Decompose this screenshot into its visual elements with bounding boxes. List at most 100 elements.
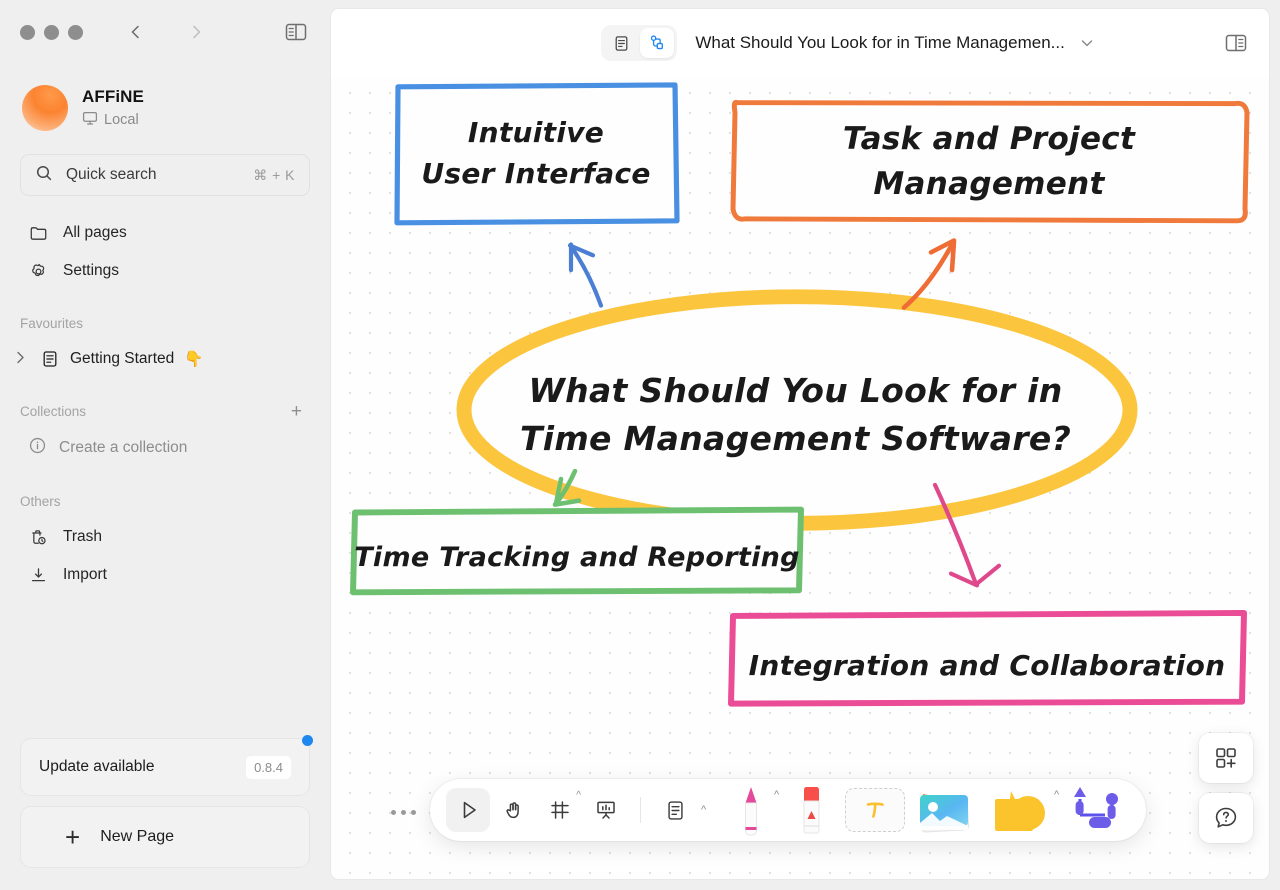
back-icon[interactable]	[125, 21, 147, 43]
traffic-lights[interactable]	[20, 24, 83, 40]
hand-tool[interactable]	[492, 788, 536, 832]
more-dots-icon[interactable]	[391, 810, 416, 815]
workspace-sync-status: Local	[82, 110, 144, 130]
others-title: Others	[20, 493, 61, 509]
search-input[interactable]: Quick search ⌘ + K	[20, 154, 310, 196]
toolbar-creative-tools: ^ ^	[714, 779, 1132, 841]
monitor-icon	[82, 110, 98, 130]
sidebar-item-label: Settings	[63, 262, 120, 279]
sidebar: AFFiNE Local Quick search ⌘ + K All page…	[0, 0, 330, 890]
main-area: What Should You Look for in Time Managem…	[330, 0, 1280, 890]
node-time-tracking-and-reporting[interactable]: Time Tracking and Reporting	[353, 517, 801, 599]
minimize-button[interactable]	[44, 24, 59, 40]
canvas-floating-buttons	[1199, 733, 1253, 843]
sidebar-item-getting-started[interactable]: Getting Started 👇	[0, 340, 330, 378]
update-available-button[interactable]: Update available 0.8.4	[20, 735, 313, 796]
sidebar-toggle-icon[interactable]	[282, 18, 310, 46]
favourites-title: Favourites	[20, 315, 84, 331]
sidebar-item-label: Trash	[63, 528, 103, 545]
sidebar-item-import[interactable]: Import	[20, 556, 310, 594]
node-integration-and-collaboration[interactable]: Integration and Collaboration	[731, 622, 1243, 710]
node-intuitive-user-interface[interactable]: Intuitive User Interface	[397, 85, 675, 223]
editor-mode-switch[interactable]	[601, 25, 678, 61]
dot	[401, 810, 406, 815]
node-text: Time Tracking and Reporting	[354, 542, 800, 574]
sidebar-item-all-pages[interactable]: All pages	[20, 214, 310, 252]
favourite-item-label: Getting Started	[70, 350, 175, 367]
folder-icon	[28, 223, 49, 244]
search-shortcut: ⌘ + K	[253, 166, 295, 183]
eraser-tool[interactable]	[782, 779, 840, 841]
close-button[interactable]	[20, 24, 35, 40]
select-tool[interactable]	[446, 788, 490, 832]
history-nav	[125, 21, 207, 43]
document-header: What Should You Look for in Time Managem…	[331, 9, 1269, 77]
info-icon	[28, 436, 47, 460]
shape-tool[interactable]: ^	[982, 779, 1060, 841]
node-text: Intuitive User Interface	[421, 116, 651, 190]
plus-icon: +	[65, 822, 81, 852]
image-tool[interactable]	[910, 779, 980, 841]
workspace-selector[interactable]: AFFiNE Local	[0, 64, 330, 138]
connector-tool[interactable]	[1062, 779, 1132, 841]
update-version: 0.8.4	[246, 755, 291, 779]
favourites-section-header: Favourites	[0, 306, 330, 340]
download-icon	[28, 565, 49, 586]
present-tool[interactable]	[584, 788, 628, 832]
chevron-right-icon[interactable]	[16, 351, 30, 367]
frame-tool[interactable]: ^	[538, 788, 582, 832]
text-t-icon	[845, 788, 906, 832]
page-mode-icon[interactable]	[604, 28, 638, 58]
update-badge-dot	[302, 735, 313, 746]
doc-icon	[40, 349, 60, 369]
sidebar-item-label: All pages	[63, 224, 127, 241]
zoom-button[interactable]	[68, 24, 83, 40]
collections-section-header: Collections +	[0, 394, 330, 428]
sidebar-item-label: Import	[63, 566, 107, 583]
create-collection-label: Create a collection	[59, 439, 188, 456]
window-controls-bar	[0, 0, 330, 64]
search-placeholder: Quick search	[66, 166, 157, 183]
right-sidebar-toggle-icon[interactable]	[1221, 28, 1251, 58]
workspace-name: AFFiNE	[82, 86, 144, 106]
note-tool[interactable]	[653, 788, 697, 832]
search-icon	[35, 164, 53, 187]
chevron-up-icon[interactable]: ^	[1054, 789, 1059, 801]
new-page-button[interactable]: + New Page	[20, 806, 310, 868]
arrow-to-orange	[901, 238, 957, 310]
trash-clock-icon	[28, 527, 49, 548]
workspace-avatar	[22, 85, 68, 131]
node-text: What Should You Look for in Time Managem…	[519, 371, 1072, 458]
page-title[interactable]: What Should You Look for in Time Managem…	[695, 33, 1065, 53]
add-template-button[interactable]	[1199, 733, 1253, 783]
favourite-item-emoji: 👇	[184, 350, 204, 368]
sidebar-footer: Update available 0.8.4 + New Page	[0, 735, 330, 890]
edgeless-toolbar: ^ ^ ^ ^	[430, 779, 1147, 841]
workspace-sync-label: Local	[104, 111, 139, 128]
workspace-text: AFFiNE Local	[82, 87, 144, 130]
sidebar-item-settings[interactable]: Settings	[20, 252, 310, 290]
update-label: Update available	[39, 758, 155, 775]
add-collection-icon[interactable]: +	[291, 402, 302, 421]
help-button[interactable]	[1199, 793, 1253, 843]
gear-icon	[28, 261, 49, 282]
chevron-up-icon[interactable]: ^	[701, 804, 706, 816]
dot	[391, 810, 396, 815]
edgeless-mode-icon[interactable]	[640, 28, 675, 58]
node-task-and-project-management[interactable]: Task and Project Management	[733, 101, 1245, 223]
edgeless-canvas[interactable]: Intuitive User Interface Task and Projec…	[331, 77, 1269, 879]
new-page-label: New Page	[100, 828, 175, 845]
pen-tool[interactable]: ^	[722, 779, 780, 841]
text-tool[interactable]	[842, 779, 908, 841]
node-text: Task and Project Management	[842, 121, 1136, 202]
node-text: Integration and Collaboration	[748, 648, 1226, 682]
primary-nav: All pages Settings	[0, 214, 330, 290]
create-collection-button[interactable]: Create a collection	[0, 428, 330, 468]
forward-icon[interactable]	[185, 21, 207, 43]
chevron-up-icon[interactable]: ^	[774, 789, 779, 801]
chevron-up-icon[interactable]: ^	[576, 790, 581, 801]
node-central-question[interactable]: What Should You Look for in Time Managem…	[464, 305, 1127, 525]
chevron-down-icon[interactable]	[1079, 35, 1095, 51]
others-nav: Trash Import	[0, 518, 330, 594]
sidebar-item-trash[interactable]: Trash	[20, 518, 310, 556]
